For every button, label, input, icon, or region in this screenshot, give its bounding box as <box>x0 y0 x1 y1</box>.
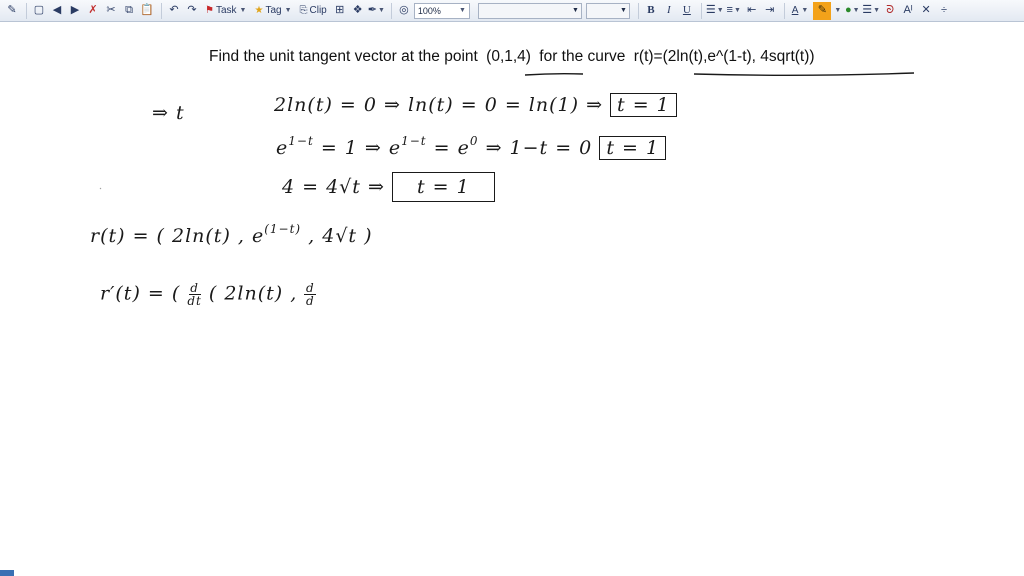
task-label: Task <box>215 4 237 16</box>
separator <box>637 2 639 19</box>
cut-icon[interactable]: ✂ <box>103 2 119 20</box>
tag-label: Tag <box>265 4 282 16</box>
eraser-icon[interactable]: ✕ <box>918 2 934 20</box>
frac-num: d <box>190 281 199 295</box>
answer-box-3: t = 1 <box>391 172 495 202</box>
bullets-icon[interactable]: ☰ ▼ <box>706 2 724 20</box>
split-icon[interactable]: ÷ <box>936 2 952 20</box>
forward-icon[interactable]: ▶ <box>67 2 83 20</box>
hw-line-5-mid: ( 2ln(t) , <box>208 282 298 305</box>
table-icon[interactable]: ⊞ <box>332 2 348 20</box>
redo-icon[interactable]: ↷ <box>184 2 200 20</box>
hw-line-2-a-sup: 1−t <box>288 134 314 148</box>
numbering-icon[interactable]: ≡ ▼ <box>726 2 742 20</box>
paste-icon[interactable]: 📋 <box>139 2 155 20</box>
chevron-down-icon: ▼ <box>458 7 466 14</box>
frac2-den: d <box>306 294 315 308</box>
zoom-select[interactable]: 100% ▼ <box>413 2 470 19</box>
derivative-fraction-2: d d <box>304 281 317 308</box>
font-color-button[interactable]: A ▼ <box>789 2 812 20</box>
separator <box>161 2 162 19</box>
hw-line-4-sup: (1−t) <box>264 222 302 236</box>
chevron-down-icon: ▼ <box>239 7 247 14</box>
clip-label: Clip <box>309 4 327 16</box>
chevron-down-icon[interactable]: ▼ <box>834 7 841 14</box>
decrease-indent-icon[interactable]: ⇤ <box>744 2 760 20</box>
copy-icon[interactable]: ⧉ <box>121 2 137 20</box>
pen-tool-icon[interactable]: ✒ ▼ <box>368 2 385 20</box>
hw-line-2-c: = e <box>433 137 470 159</box>
font-family-select[interactable]: ▼ <box>477 2 582 19</box>
back-icon[interactable]: ◀ <box>49 2 65 20</box>
answer-box-1: t = 1 <box>610 93 677 117</box>
hw-line-2: e1−t = 1 ⇒ e1−t = e0 ⇒ 1−t = 0 t = 1 <box>276 134 667 160</box>
note-page[interactable]: Find the unit tangent vector at the poin… <box>0 22 1024 576</box>
hw-line-3-text: 4 = 4√t ⇒ <box>282 176 385 198</box>
hw-line-2-d: ⇒ 1−t = 0 <box>485 137 593 159</box>
frac-den: dt <box>187 294 202 308</box>
chevron-down-icon: ▼ <box>801 7 809 14</box>
web-icon[interactable]: ◎ <box>396 2 412 20</box>
hw-line-2-b-sup: 1−t <box>401 134 427 148</box>
implies-t: ⇒ t <box>152 102 185 124</box>
hw-line-4: r(t) = ( 2ln(t) , e(1−t) , 4√t ) <box>90 222 373 247</box>
clip-icon: ⎘ <box>299 4 308 16</box>
curve-underline <box>693 72 915 76</box>
hw-line-2-b: = 1 ⇒ e <box>320 137 402 159</box>
text-size-icon[interactable]: Aᴵ <box>900 2 916 20</box>
font-color-icon: A <box>791 4 799 16</box>
answer-box-2: t = 1 <box>599 136 667 160</box>
insert-icon[interactable]: ❖ <box>350 2 366 20</box>
task-flag-icon: ⚑ <box>205 4 214 16</box>
font-size-select[interactable]: ▼ <box>585 2 630 19</box>
separator <box>700 2 702 19</box>
separator <box>390 2 392 19</box>
italic-button[interactable]: I <box>661 2 677 20</box>
hw-line-1: 2ln(t) = 0 ⇒ ln(t) = 0 = ln(1) ⇒ t = 1 <box>274 93 677 117</box>
dot-mark <box>99 187 102 190</box>
hw-line-1-text: 2ln(t) = 0 ⇒ ln(t) = 0 = ln(1) ⇒ <box>274 94 603 116</box>
delete-icon[interactable]: ✗ <box>85 2 101 20</box>
bold-button[interactable]: B <box>643 2 659 20</box>
separator <box>26 2 27 19</box>
task-button[interactable]: ⚑ Task ▼ <box>202 2 249 20</box>
hw-line-2-c-sup: 0 <box>469 134 479 148</box>
hw-line-4-end: , 4√t ) <box>308 225 373 247</box>
clip-button[interactable]: ⎘ Clip <box>297 2 330 20</box>
new-page-icon[interactable]: ▢ <box>31 2 47 20</box>
point-underline <box>524 72 584 76</box>
hw-line-2-a: e <box>276 137 289 159</box>
undo-icon[interactable]: ↶ <box>166 2 182 20</box>
corner-indicator <box>0 570 14 576</box>
separator <box>783 2 785 19</box>
tag-button[interactable]: ★ Tag ▼ <box>251 2 294 20</box>
pen-color-icon[interactable]: ● ▼ <box>844 2 860 20</box>
hw-line-3: 4 = 4√t ⇒ t = 1 <box>282 172 495 202</box>
hw-line-5: r′(t) = ( d dt ( 2ln(t) , d d <box>100 281 317 308</box>
pen-icon[interactable]: ✎ <box>4 2 20 20</box>
underline-button[interactable]: U <box>679 2 695 20</box>
frac2-num: d <box>306 281 315 295</box>
chevron-down-icon: ▼ <box>284 7 292 14</box>
hw-line-4-text: r(t) = ( 2ln(t) , e <box>90 225 265 247</box>
increase-indent-icon[interactable]: ⇥ <box>762 2 778 20</box>
line-style-icon[interactable]: ☰ ▼ <box>862 2 880 20</box>
zoom-value: 100% <box>417 5 441 16</box>
lasso-icon[interactable]: ᘐ <box>882 2 898 20</box>
toolbar: ✎ ▢ ◀ ▶ ✗ ✂ ⧉ 📋 ↶ ↷ ⚑ Task ▼ ★ Tag ▼ ⎘ C… <box>0 0 1024 22</box>
highlighter-icon[interactable]: ✎ <box>813 1 832 20</box>
tag-star-icon: ★ <box>254 4 264 16</box>
hw-line-5-text: r′(t) = ( <box>100 282 181 305</box>
derivative-fraction: d dt <box>187 282 202 307</box>
